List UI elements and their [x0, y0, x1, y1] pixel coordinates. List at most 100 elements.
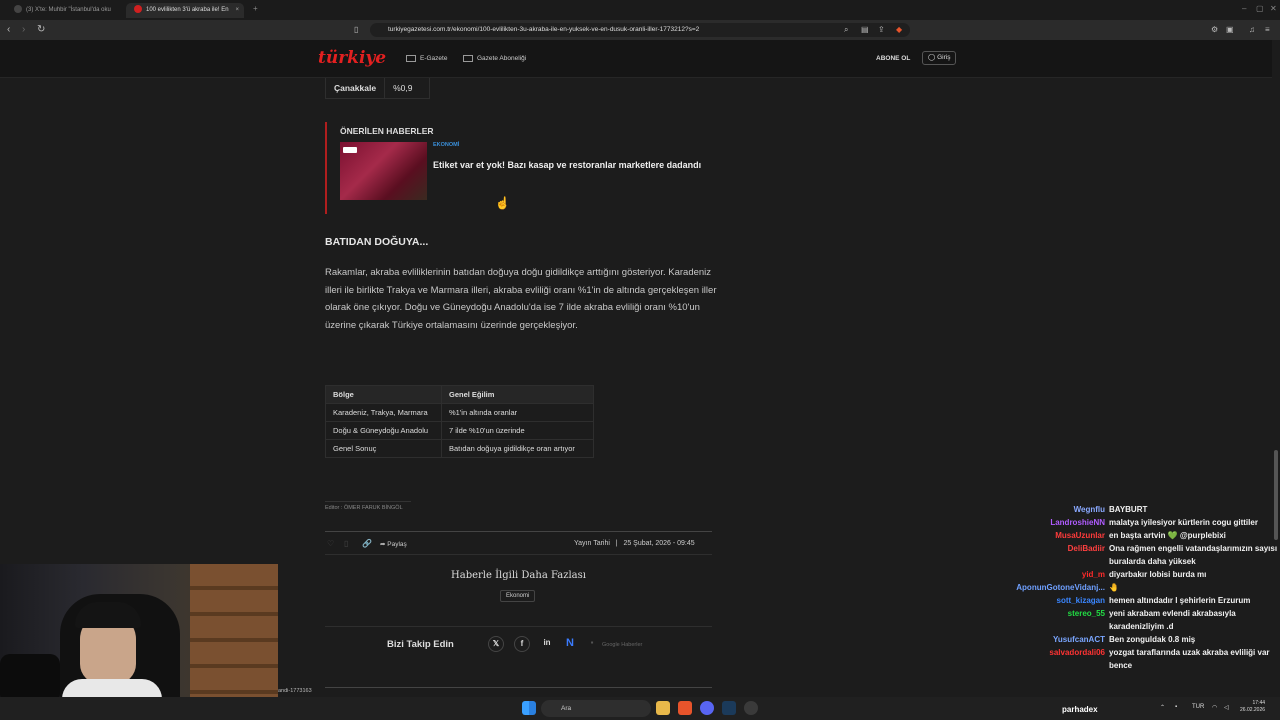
recommended-thumbnail[interactable]: [340, 142, 427, 200]
chat-message: Wegnflu BAYBURT: [995, 503, 1280, 516]
taskbar-search[interactable]: Ara: [541, 700, 651, 717]
close-window-icon[interactable]: ✕: [1270, 4, 1277, 13]
reload-icon[interactable]: ↻: [37, 24, 45, 36]
like-icon[interactable]: ♡: [327, 539, 334, 548]
tab-close-icon[interactable]: ×: [235, 3, 239, 18]
new-tab-icon[interactable]: +: [253, 4, 258, 13]
chat-text: Ona rağmen engelli vatandaşlarımızın say…: [1109, 544, 1278, 566]
hand-cursor-icon: ☝: [495, 196, 510, 210]
recommended-category[interactable]: EKONOMİ: [433, 142, 459, 148]
chat-username[interactable]: salvadordali06: [1049, 646, 1105, 659]
table-cell: Genel Sonuç: [325, 439, 442, 458]
address-bar-row: ‹ › ↻ ▯ turkiyegazetesi.com.tr/ekonomi/1…: [0, 20, 1280, 40]
steam-icon[interactable]: [722, 701, 736, 715]
brave-shield-icon[interactable]: ◆: [896, 24, 902, 36]
table-cell: 7 ilde %10'un üzerinde: [441, 421, 594, 440]
bookmark-icon[interactable]: ▯: [354, 24, 358, 36]
chat-text: yeni akrabam evlendi akrabasıyla karaden…: [1109, 609, 1236, 631]
province-table-tail: Çanakkale %0,9: [324, 78, 431, 99]
chat-text: Ben zonguldak 0.8 miş: [1109, 635, 1196, 644]
table-cell: %0,9: [384, 78, 431, 99]
stream-title: parhadex: [1062, 705, 1098, 714]
browser-tab-x[interactable]: (3) X'te: Muhbir "İstanbul'da oku: [6, 3, 120, 18]
menu-icon[interactable]: ≡: [1265, 24, 1270, 36]
back-icon[interactable]: ‹: [7, 24, 10, 36]
facebook-icon[interactable]: f: [514, 636, 530, 652]
chat-username[interactable]: MusaUzunlar: [1055, 529, 1105, 542]
chat-message: LandroshieNN malatya iyilesiyor kürtlerin…: [995, 516, 1280, 529]
forward-icon[interactable]: ›: [22, 24, 25, 36]
tray-app-icon[interactable]: ▪: [1175, 704, 1177, 710]
chat-message: YusufcanACT Ben zonguldak 0.8 miş: [995, 633, 1280, 646]
site-logo[interactable]: türkiye: [318, 48, 386, 68]
chat-username[interactable]: stereo_55: [1068, 607, 1105, 620]
extensions-icon[interactable]: ⚙: [1211, 24, 1218, 36]
follow-label: Bizi Takip Edin: [387, 639, 454, 650]
table-header-cell: Bölge: [325, 385, 442, 404]
section-heading: BATIDAN DOĞUYA...: [325, 236, 429, 248]
chat-text: BAYBURT: [1109, 505, 1148, 514]
article-paragraph: Rakamlar, akraba evliliklerinin batıdan …: [325, 267, 717, 331]
divider: [325, 687, 712, 688]
subscription-link[interactable]: Gazete Aboneliği: [463, 55, 526, 62]
region-trend-table: Bölge Genel Eğilim Karadeniz, Trakya, Ma…: [325, 385, 594, 458]
table-header-cell: Genel Eğilim: [441, 385, 594, 404]
egazete-link[interactable]: E-Gazete: [406, 55, 447, 62]
user-icon: ◯: [928, 54, 938, 61]
minimize-icon[interactable]: –: [1242, 4, 1246, 13]
chat-text: en başta artvin 💚 @purplebixi: [1109, 531, 1226, 540]
discord-icon[interactable]: [700, 701, 714, 715]
chat-username[interactable]: yid_m: [1082, 568, 1105, 581]
chat-username[interactable]: AponunGotoneVidanj...: [1016, 581, 1105, 594]
x-social-icon[interactable]: 𝕏: [488, 636, 504, 652]
chat-text: 🤚: [1109, 583, 1119, 592]
share-page-icon[interactable]: ⇪: [878, 24, 885, 36]
sidebar-icon[interactable]: ▣: [1226, 24, 1234, 36]
chat-username[interactable]: YusufcanACT: [1053, 633, 1105, 646]
link-icon[interactable]: 🔗: [362, 539, 372, 548]
share-button[interactable]: ➦ Paylaş: [380, 540, 407, 548]
newsapp-icon[interactable]: N: [562, 636, 578, 652]
media-icon[interactable]: ♫: [1249, 24, 1255, 36]
volume-icon[interactable]: ◁: [1224, 704, 1229, 711]
login-button[interactable]: ◯ Giriş: [922, 51, 957, 65]
reader-icon[interactable]: ▤: [861, 24, 869, 36]
newspaper-icon: [463, 55, 473, 62]
file-explorer-icon[interactable]: [656, 701, 670, 715]
browser-tab-active[interactable]: 100 evlilikten 3'ü akraba ile! En ×: [126, 3, 244, 18]
tray-chevron-icon[interactable]: ⌃: [1160, 704, 1165, 711]
stream-chat: Wegnflu BAYBURT LandroshieNN malatya iyiles…: [995, 503, 1280, 672]
x-favicon-icon: [14, 5, 22, 14]
zoom-icon[interactable]: ⌕: [844, 24, 848, 36]
divider: [325, 531, 712, 532]
chat-text: malatya iyilesiyor kürtlerin cogu gittil…: [1109, 518, 1258, 527]
linkedin-icon[interactable]: in: [539, 636, 555, 652]
chat-username[interactable]: sott_kizagan: [1057, 594, 1105, 607]
input-language[interactable]: TUR: [1192, 704, 1204, 710]
editor-credit: Editor : ÖMER FARUK BİNGÖL: [325, 501, 411, 511]
maximize-icon[interactable]: ▢: [1256, 4, 1264, 13]
chat-text: yozgat taraflarında uzak akraba evliliği…: [1109, 648, 1270, 670]
windows-start-icon[interactable]: [522, 701, 536, 715]
google-news-icon[interactable]: ▪: [584, 636, 600, 652]
chat-username[interactable]: Wegnflu: [1074, 503, 1105, 516]
recommended-title-link[interactable]: Etiket var et yok! Bazı kasap ve restora…: [433, 160, 701, 170]
url-field[interactable]: turkiyegazetesi.com.tr/ekonomi/100-evlil…: [370, 23, 910, 37]
chat-message: MusaUzunlar en başta artvin 💚 @purplebixi: [995, 529, 1280, 542]
table-cell: Batıdan doğuya gidildikçe oran artıyor: [441, 439, 594, 458]
obs-icon[interactable]: [744, 701, 758, 715]
wifi-icon[interactable]: ◠: [1212, 704, 1217, 711]
price-tag-icon: [343, 147, 357, 153]
tag-ekonomi[interactable]: Ekonomi: [500, 590, 536, 602]
table-cell: %1'in altında oranlar: [441, 403, 594, 422]
google-news-link[interactable]: Google Haberler: [602, 642, 642, 648]
bookmark-article-icon[interactable]: ▯: [344, 539, 348, 548]
chat-username[interactable]: LandroshieNN: [1050, 516, 1105, 529]
chat-username[interactable]: DeliBadiir: [1068, 542, 1105, 555]
brave-browser-icon[interactable]: [678, 701, 692, 715]
system-clock[interactable]: 17:44 26.02.2026: [1240, 700, 1265, 714]
publish-date: Yayın Tarihi | 25 Şubat, 2026 - 09:45: [574, 540, 695, 547]
subscribe-button[interactable]: ABONE OL: [876, 55, 910, 62]
divider: [325, 626, 712, 627]
chat-text: hemen altındadır l şehirlerin Erzurum: [1109, 596, 1251, 605]
